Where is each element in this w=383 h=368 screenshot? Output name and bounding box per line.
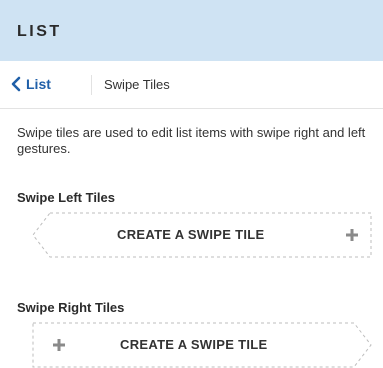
chevron-left-icon	[11, 76, 21, 92]
plus-icon	[346, 229, 358, 241]
create-swipe-right-tile-button[interactable]: CREATE A SWIPE TILE	[32, 322, 372, 368]
back-label: List	[26, 76, 51, 92]
breadcrumb-current: Swipe Tiles	[104, 77, 170, 92]
page-title: LIST	[17, 23, 62, 40]
page-header: LIST	[0, 0, 383, 61]
swipe-left-title: Swipe Left Tiles	[17, 190, 116, 205]
breadcrumb: List Swipe Tiles	[0, 61, 383, 109]
swipe-left-tile-label: CREATE A SWIPE TILE	[117, 227, 265, 242]
breadcrumb-divider	[91, 75, 92, 95]
back-button[interactable]: List	[10, 74, 51, 94]
swipe-right-tile-label: CREATE A SWIPE TILE	[120, 337, 268, 352]
plus-icon	[53, 339, 65, 351]
swipe-right-title: Swipe Right Tiles	[17, 300, 125, 315]
description-text: Swipe tiles are used to edit list items …	[17, 125, 366, 156]
create-swipe-left-tile-button[interactable]: CREATE A SWIPE TILE	[32, 212, 372, 258]
